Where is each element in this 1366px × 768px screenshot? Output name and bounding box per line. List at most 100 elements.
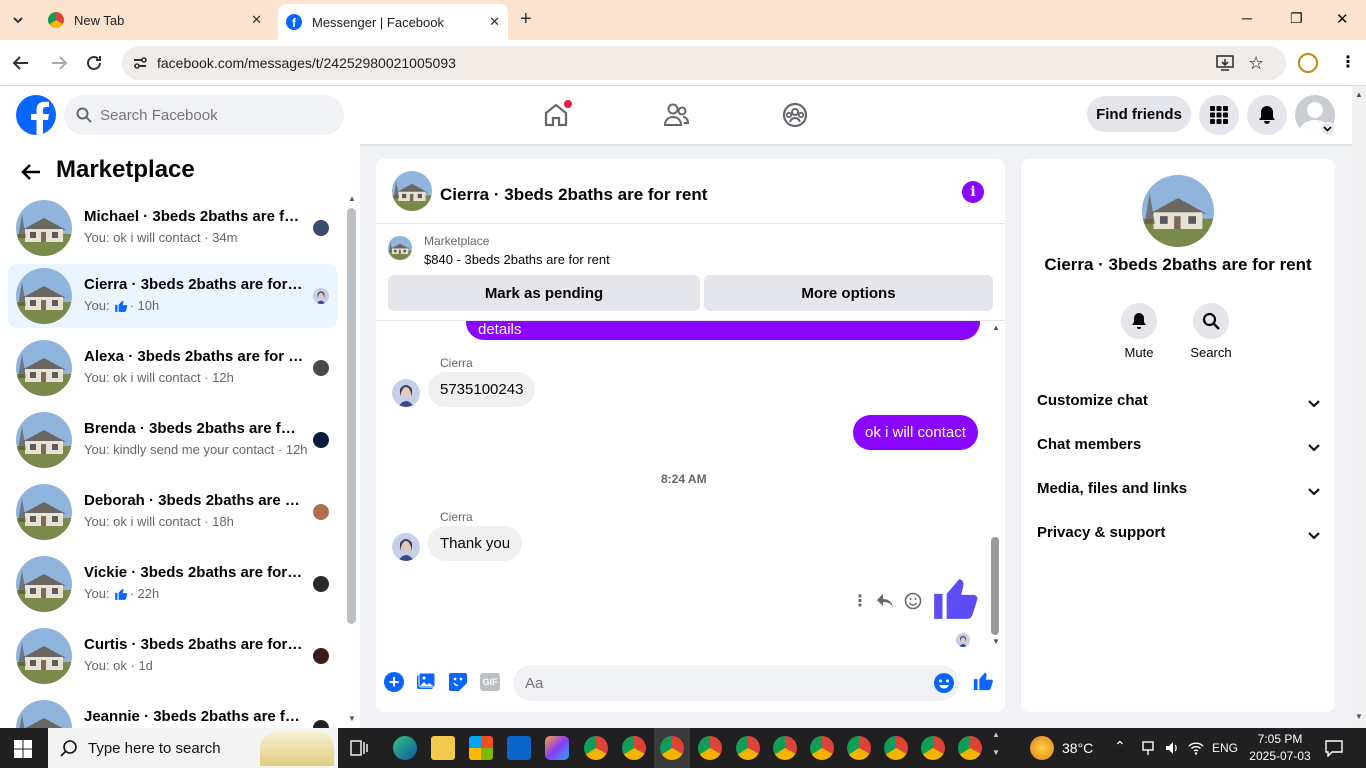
thumbs-up-sticker-icon[interactable]	[930, 573, 980, 623]
edge-icon[interactable]	[393, 736, 417, 760]
scroll-up-icon[interactable]: ▲	[992, 323, 1000, 332]
sticker-icon[interactable]	[448, 672, 468, 692]
chat-item[interactable]: Brenda · 3beds 2baths are for rent You: …	[8, 408, 337, 472]
photo-icon[interactable]	[416, 672, 436, 692]
weather-temp[interactable]: 38°C	[1062, 740, 1093, 756]
new-tab-plus-icon[interactable]: +	[520, 8, 532, 31]
chrome-icon[interactable]	[622, 736, 646, 760]
reload-icon[interactable]	[85, 54, 103, 72]
chrome-icon[interactable]	[810, 736, 834, 760]
page-scrollbar[interactable]: ▲ ▼	[1352, 86, 1366, 728]
bookmark-star-icon[interactable]: ☆	[1248, 53, 1264, 74]
facebook-search[interactable]	[64, 95, 344, 135]
send-like-icon[interactable]	[972, 670, 994, 692]
listing-thumbnail[interactable]	[388, 236, 412, 260]
message-bubble-incoming[interactable]: 5735100243	[428, 372, 536, 407]
customize-chat-section[interactable]: Customize chat	[1037, 392, 1321, 416]
clock-time[interactable]: 7:05 PM	[1248, 732, 1312, 746]
privacy-support-section[interactable]: Privacy & support	[1037, 524, 1321, 548]
chat-item[interactable]: Vickie · 3beds 2baths are for rent You: …	[8, 552, 337, 616]
restore-icon[interactable]: ❐	[1290, 10, 1303, 27]
mute-bell-icon[interactable]	[1121, 303, 1157, 339]
message-composer[interactable]	[513, 665, 959, 701]
speaker-icon[interactable]	[1164, 740, 1180, 756]
mark-as-pending-button[interactable]: Mark as pending	[388, 275, 700, 311]
message-input[interactable]	[525, 665, 925, 701]
tab-search-chevron-icon[interactable]	[10, 12, 26, 28]
minimize-icon[interactable]: ─	[1242, 10, 1252, 26]
chat-item[interactable]: Jeannie · 3beds 2baths are for rent	[8, 696, 337, 728]
message-scrollbar[interactable]	[991, 537, 999, 635]
message-bubble-outgoing[interactable]: details	[466, 321, 980, 340]
listing-avatar[interactable]	[1142, 175, 1214, 247]
chat-list-scrollbar[interactable]	[347, 208, 356, 624]
info-icon[interactable]: i	[962, 181, 984, 203]
more-options-button[interactable]: More options	[704, 275, 993, 311]
taskbar-search[interactable]: Type here to search	[48, 728, 338, 768]
task-view-icon[interactable]	[350, 740, 368, 756]
chrome-icon[interactable]	[736, 736, 760, 760]
search-input[interactable]	[100, 95, 330, 135]
store-icon[interactable]	[469, 736, 493, 760]
close-tab-icon[interactable]: ✕	[251, 12, 262, 28]
network-plug-icon[interactable]	[1140, 740, 1156, 756]
copilot-icon[interactable]	[545, 736, 569, 760]
scroll-down-icon[interactable]: ▼	[992, 637, 1000, 646]
chrome-menu-icon[interactable]: ⋮	[1340, 52, 1356, 72]
sender-avatar[interactable]	[392, 533, 420, 561]
tray-chevron-up-icon[interactable]: ⌃	[1114, 738, 1126, 755]
message-more-icon[interactable]: ⋮	[852, 591, 868, 611]
notifications-bell-icon[interactable]	[1247, 95, 1287, 135]
chrome-icon[interactable]	[884, 736, 908, 760]
close-window-icon[interactable]: ✕	[1336, 10, 1349, 28]
menu-grid-icon[interactable]	[1199, 95, 1239, 135]
find-friends-button[interactable]: Find friends	[1087, 96, 1191, 132]
chrome-icon[interactable]	[698, 736, 722, 760]
tab-new-tab[interactable]: New Tab ✕	[40, 0, 270, 40]
profile-icon[interactable]	[1298, 53, 1318, 73]
chrome-icon[interactable]	[958, 736, 982, 760]
chrome-icon[interactable]	[847, 736, 871, 760]
emoji-icon[interactable]	[933, 672, 955, 694]
listing-title[interactable]: $840 - 3beds 2baths are for rent	[424, 252, 610, 267]
reply-icon[interactable]	[876, 593, 894, 609]
conversation-title[interactable]: Cierra · 3beds 2baths are for rent	[440, 185, 707, 205]
groups-icon[interactable]	[781, 101, 809, 129]
file-explorer-icon[interactable]	[431, 736, 455, 760]
clock-date[interactable]: 2025-07-03	[1248, 749, 1312, 763]
account-chevron-down-icon[interactable]	[1321, 122, 1335, 136]
search-label[interactable]: Search	[1183, 345, 1239, 360]
search-icon[interactable]	[1193, 303, 1229, 339]
omnibox[interactable]: facebook.com/messages/t/2425298002100509…	[122, 46, 1286, 80]
scroll-up-icon[interactable]: ▲	[348, 194, 356, 203]
chrome-icon[interactable]	[660, 736, 684, 760]
scroll-down-icon[interactable]: ▼	[348, 714, 356, 723]
chat-item-selected[interactable]: Cierra · 3beds 2baths are for rent You: …	[8, 264, 337, 328]
windows-start-icon[interactable]	[14, 740, 32, 758]
facebook-logo-icon[interactable]	[16, 95, 56, 135]
friends-icon[interactable]	[662, 101, 690, 129]
language-indicator[interactable]: ENG	[1212, 741, 1238, 755]
wifi-icon[interactable]	[1188, 740, 1204, 756]
plus-actions-icon[interactable]: +	[384, 672, 404, 692]
forward-arrow-icon[interactable]	[50, 54, 68, 72]
chrome-icon[interactable]	[584, 736, 608, 760]
chat-item[interactable]: Deborah · 3beds 2baths are for rent You:…	[8, 480, 337, 544]
message-bubble-outgoing[interactable]: ok i will contact	[853, 415, 978, 450]
chat-item[interactable]: Alexa · 3beds 2baths are for rent You: o…	[8, 336, 337, 400]
notification-center-icon[interactable]	[1325, 739, 1343, 757]
chrome-icon[interactable]	[921, 736, 945, 760]
taskbar-scroll-icon[interactable]: ▲ ▼	[992, 730, 1000, 757]
react-emoji-icon[interactable]	[904, 592, 922, 610]
home-icon[interactable]	[542, 99, 573, 129]
conversation-avatar[interactable]	[392, 171, 432, 211]
chat-item[interactable]: Michael · 3beds 2baths are for rent You:…	[8, 196, 337, 260]
sender-avatar[interactable]	[392, 379, 420, 407]
back-arrow-icon[interactable]	[12, 54, 30, 72]
media-files-links-section[interactable]: Media, files and links	[1037, 480, 1321, 504]
close-tab-icon[interactable]: ✕	[489, 14, 500, 30]
chat-members-section[interactable]: Chat members	[1037, 436, 1321, 460]
chat-item[interactable]: Curtis · 3beds 2baths are for rent You: …	[8, 624, 337, 688]
mute-label[interactable]: Mute	[1111, 345, 1167, 360]
back-arrow-icon[interactable]	[20, 162, 42, 182]
